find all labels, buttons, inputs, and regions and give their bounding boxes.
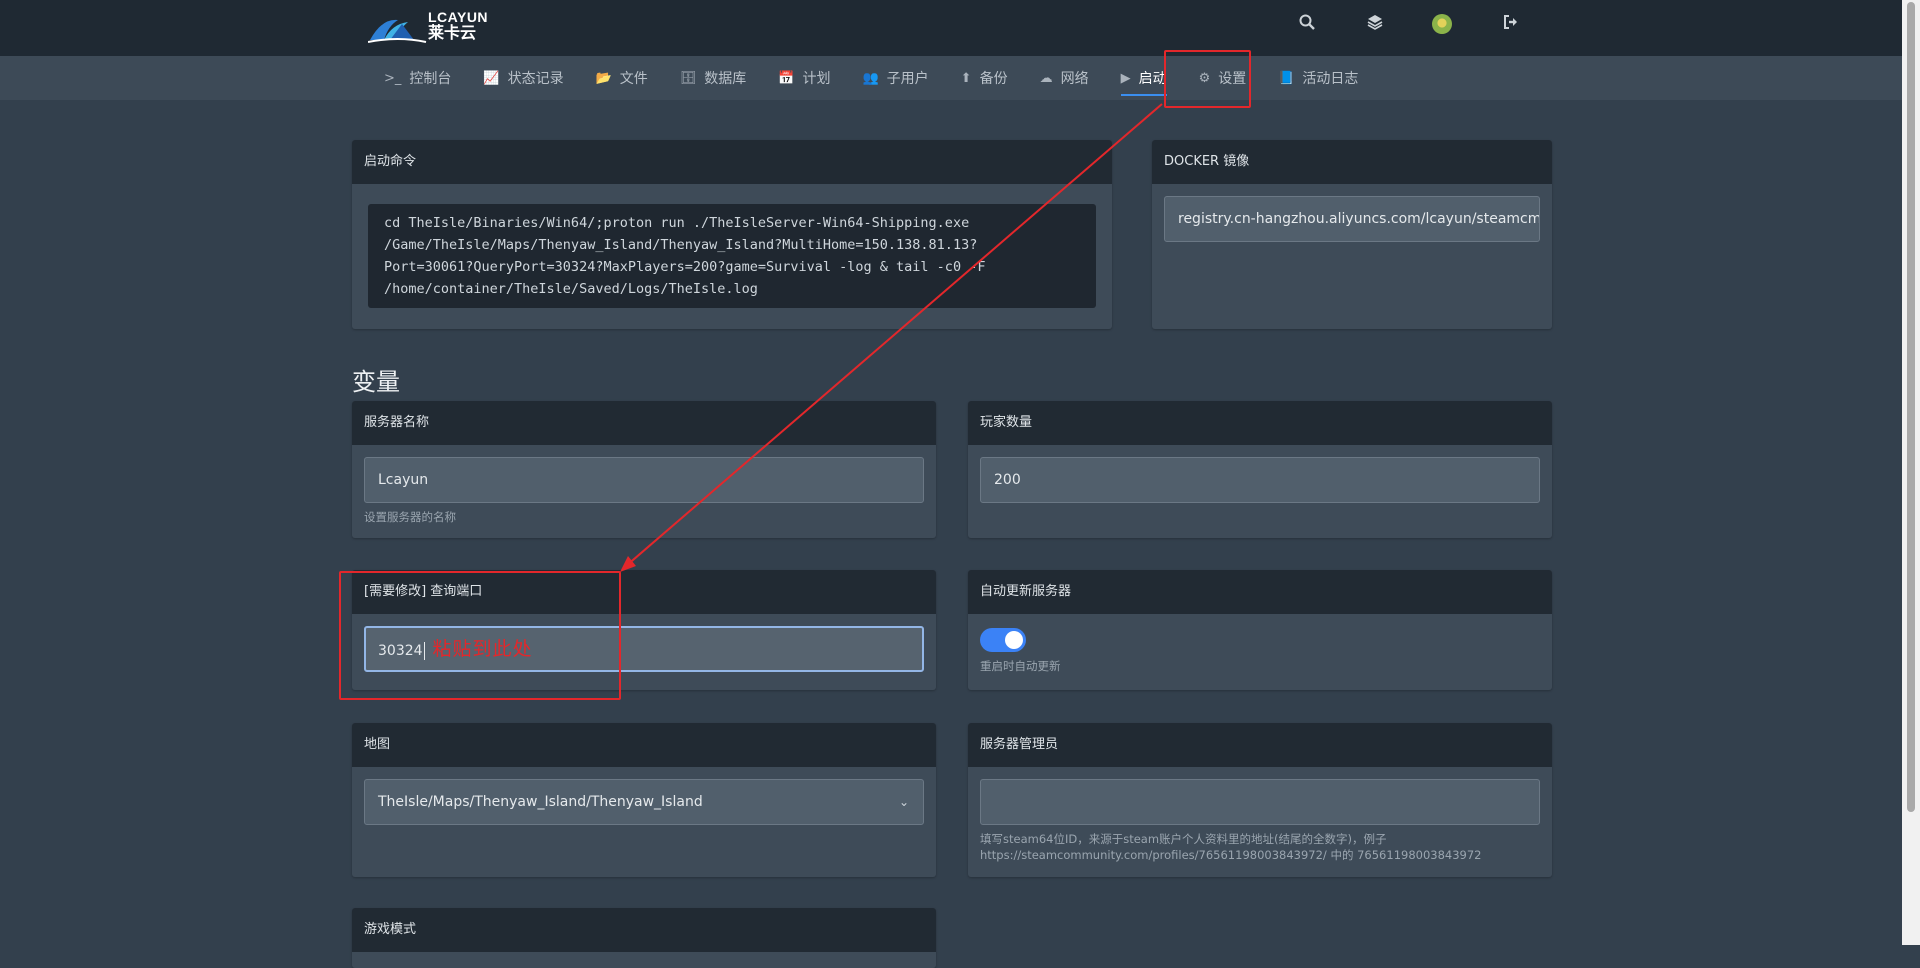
tab-databases[interactable]: 🗄 数据库 (664, 56, 763, 100)
server-admins-input[interactable] (980, 779, 1540, 825)
tab-activity[interactable]: 📘 活动日志 (1262, 56, 1374, 100)
terminal-icon: >_ (384, 70, 402, 86)
nav-bar: >_ 控制台 📈 状态记录 📂 文件 🗄 数据库 📅 计划 👥 子用户 ⬆ 备份 ☁ 网络 ▶ 启… (0, 56, 1902, 100)
server-name-card: 服务器名称 Lcayun 设置服务器的名称 (352, 401, 936, 538)
highlight-query-port (339, 571, 621, 700)
tab-label: 子用户 (886, 71, 929, 87)
logout-icon[interactable] (1500, 14, 1522, 34)
top-actions (1296, 14, 1522, 34)
server-admins-card: 服务器管理员 填写steam64位ID，来源于steam账户个人资料里的地址(结… (968, 723, 1552, 877)
game-mode-card: 游戏模式 (352, 908, 936, 968)
page-scrollbar[interactable] (1902, 0, 1920, 945)
brand-en: LCAYUN (428, 9, 489, 25)
card-title: 启动命令 (352, 140, 1112, 184)
player-count-card: 玩家数量 200 (968, 401, 1552, 538)
tab-label: 备份 (979, 71, 1008, 87)
startup-command-text: cd TheIsle/Binaries/Win64/;proton run ./… (368, 204, 1096, 308)
tab-label: 计划 (802, 71, 831, 87)
brand-cn: 莱卡云 (428, 25, 477, 42)
tab-label: 网络 (1060, 71, 1089, 87)
play-icon: ▶ (1120, 70, 1131, 86)
auto-update-toggle[interactable] (980, 628, 1026, 652)
docker-image-card: DOCKER 镜像 registry.cn-hangzhou.aliyuncs.… (1152, 140, 1552, 329)
tab-schedules[interactable]: 📅 计划 (762, 56, 846, 100)
tab-subusers[interactable]: 👥 子用户 (846, 56, 944, 100)
auto-update-hint: 重启时自动更新 (980, 659, 1061, 673)
layers-icon[interactable] (1364, 14, 1386, 34)
hint-line: 填写steam64位ID，来源于steam账户个人资料里的地址(结尾的全数字)，… (980, 832, 1387, 846)
brand-text: LCAYUN 莱卡云 (428, 10, 488, 42)
map-card: 地图 TheIsle/Maps/Thenyaw_Island/Thenyaw_I… (352, 723, 936, 877)
brand-logo[interactable]: LCAYUN 莱卡云 (368, 10, 488, 46)
auto-update-card: 自动更新服务器 重启时自动更新 (968, 570, 1552, 690)
search-icon[interactable] (1296, 14, 1318, 34)
database-icon: 🗄 (679, 70, 697, 86)
users-icon: 👥 (862, 70, 879, 86)
tab-label: 文件 (619, 71, 648, 87)
tab-status[interactable]: 📈 状态记录 (467, 56, 579, 100)
tab-label: 活动日志 (1302, 71, 1359, 87)
tab-label: 控制台 (409, 71, 452, 87)
avatar[interactable] (1432, 14, 1454, 34)
card-title: 玩家数量 (968, 401, 1552, 445)
highlight-startup-tab (1164, 50, 1251, 108)
server-admins-hint: 填写steam64位ID，来源于steam账户个人资料里的地址(结尾的全数字)，… (980, 831, 1540, 863)
chart-icon: 📈 (483, 70, 500, 86)
top-bar: LCAYUN 莱卡云 (0, 0, 1902, 56)
scrollbar-thumb[interactable] (1907, 2, 1915, 812)
upload-icon: ⬆ (960, 70, 972, 86)
logo-mark (368, 19, 427, 43)
tab-network[interactable]: ☁ 网络 (1024, 56, 1105, 100)
folder-icon: 📂 (595, 70, 612, 86)
tab-backups[interactable]: ⬆ 备份 (945, 56, 1024, 100)
server-name-hint: 设置服务器的名称 (364, 510, 456, 524)
card-title: 服务器管理员 (968, 723, 1552, 767)
card-title: DOCKER 镜像 (1152, 140, 1552, 184)
tab-label: 状态记录 (507, 71, 564, 87)
card-title: 游戏模式 (352, 908, 936, 952)
server-name-input[interactable]: Lcayun (364, 457, 924, 503)
docker-image-select[interactable]: registry.cn-hangzhou.aliyuncs.com/lcayun… (1164, 196, 1540, 242)
chevron-down-icon: ⌄ (898, 795, 909, 809)
tab-label: 启动 (1138, 71, 1167, 87)
startup-command-card: 启动命令 cd TheIsle/Binaries/Win64/;proton r… (352, 140, 1112, 329)
card-title: 服务器名称 (352, 401, 936, 445)
variables-heading: 变量 (352, 368, 400, 396)
tab-console[interactable]: >_ 控制台 (368, 56, 467, 100)
map-value: TheIsle/Maps/Thenyaw_Island/Thenyaw_Isla… (378, 794, 703, 810)
book-icon: 📘 (1278, 70, 1295, 86)
player-count-input[interactable]: 200 (980, 457, 1540, 503)
hint-line: https://steamcommunity.com/profiles/7656… (980, 848, 1482, 862)
map-select[interactable]: TheIsle/Maps/Thenyaw_Island/Thenyaw_Isla… (364, 779, 924, 825)
tab-files[interactable]: 📂 文件 (580, 56, 664, 100)
card-title: 自动更新服务器 (968, 570, 1552, 614)
calendar-icon: 📅 (778, 70, 795, 86)
tab-label: 数据库 (704, 71, 747, 87)
network-icon: ☁ (1039, 70, 1053, 86)
card-title: 地图 (352, 723, 936, 767)
